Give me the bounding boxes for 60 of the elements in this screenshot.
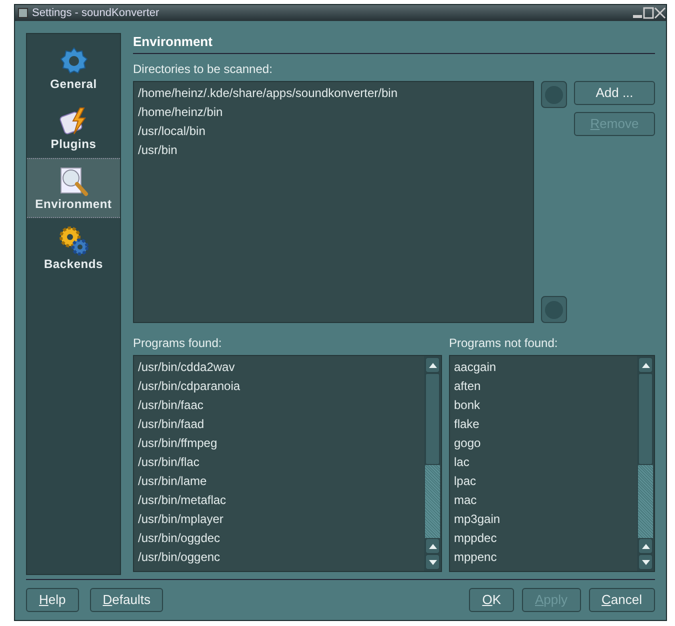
dialog-button[interactable]: Help bbox=[26, 588, 79, 612]
scrollbar[interactable] bbox=[424, 356, 441, 571]
program-item[interactable]: gogo bbox=[450, 434, 637, 453]
directory-item[interactable]: /usr/local/bin bbox=[134, 122, 533, 141]
up-arrow-icon bbox=[428, 544, 436, 548]
program-item[interactable]: mp3gain bbox=[450, 510, 637, 529]
directory-item[interactable]: /home/heinz/.kde/share/apps/soundkonverter/bin bbox=[134, 84, 533, 103]
program-item[interactable]: /usr/bin/flac bbox=[134, 453, 424, 472]
program-item[interactable]: /usr/bin/oggenc bbox=[134, 548, 424, 567]
program-item[interactable]: /usr/bin/cdparanoia bbox=[134, 377, 424, 396]
directory-item[interactable]: /usr/bin bbox=[134, 141, 533, 160]
down-arrow-icon bbox=[428, 560, 436, 564]
scroll-down-button[interactable] bbox=[638, 554, 653, 570]
dialog-button[interactable]: OK bbox=[469, 588, 514, 612]
window-controls-icon[interactable] bbox=[632, 7, 666, 19]
scrollbar-thumb[interactable] bbox=[638, 373, 653, 465]
window-title: Settings - soundKonverter bbox=[32, 8, 160, 18]
scroll-up-button[interactable] bbox=[638, 357, 653, 373]
gears-icon bbox=[58, 225, 90, 257]
scroll-up-button[interactable] bbox=[638, 538, 653, 554]
scrollbar[interactable] bbox=[637, 356, 654, 571]
page-title: Environment bbox=[133, 33, 214, 51]
program-item[interactable]: mppenc bbox=[450, 548, 637, 567]
program-item[interactable]: mppdec bbox=[450, 529, 637, 548]
program-item[interactable]: /usr/bin/metaflac bbox=[134, 491, 424, 510]
up-arrow-icon bbox=[428, 362, 436, 368]
program-item[interactable]: /usr/bin/lame bbox=[134, 472, 424, 491]
magnifier-icon bbox=[58, 165, 90, 197]
window-menu-icon[interactable] bbox=[18, 8, 28, 18]
program-item[interactable]: lac bbox=[450, 453, 637, 472]
sidebar-item[interactable]: Environment bbox=[27, 158, 120, 218]
program-item[interactable]: /usr/bin/mplayer bbox=[134, 510, 424, 529]
program-item[interactable]: aacgain bbox=[450, 358, 637, 377]
up-arrow-icon bbox=[642, 544, 650, 548]
scrollbar-thumb[interactable] bbox=[425, 373, 440, 465]
down-arrow-icon bbox=[642, 560, 650, 564]
program-item[interactable]: /usr/bin/cdda2wav bbox=[134, 358, 424, 377]
program-item[interactable]: flake bbox=[450, 415, 637, 434]
dialog-button[interactable]: Cancel bbox=[588, 588, 655, 612]
program-item[interactable]: bonk bbox=[450, 396, 637, 415]
section-label: Directories to be scanned: bbox=[133, 62, 274, 77]
scroll-up-button[interactable] bbox=[425, 538, 440, 554]
sidebar-item[interactable]: General bbox=[27, 38, 120, 98]
program-item[interactable]: aften bbox=[450, 377, 637, 396]
dialog-button[interactable]: Add ... bbox=[574, 81, 655, 105]
program-item[interactable]: lpac bbox=[450, 472, 637, 491]
scroll-down-button[interactable] bbox=[425, 554, 440, 570]
dialog-button[interactable]: Defaults bbox=[90, 588, 164, 612]
sidebar-item[interactable]: Backends bbox=[27, 218, 120, 278]
program-item[interactable]: /usr/bin/faad bbox=[134, 415, 424, 434]
section-label: Programs found: bbox=[133, 336, 223, 351]
program-item[interactable]: /usr/bin/faac bbox=[134, 396, 424, 415]
program-item[interactable]: mac bbox=[450, 491, 637, 510]
program-item[interactable]: /usr/bin/oggdec bbox=[134, 529, 424, 548]
sidebar-item[interactable]: Plugins bbox=[27, 98, 120, 158]
scroll-up-button[interactable] bbox=[425, 357, 440, 373]
program-item[interactable]: /usr/bin/ffmpeg bbox=[134, 434, 424, 453]
up-arrow-icon bbox=[642, 362, 650, 368]
section-label: Programs not found: bbox=[449, 336, 559, 351]
directory-item[interactable]: /home/heinz/bin bbox=[134, 103, 533, 122]
